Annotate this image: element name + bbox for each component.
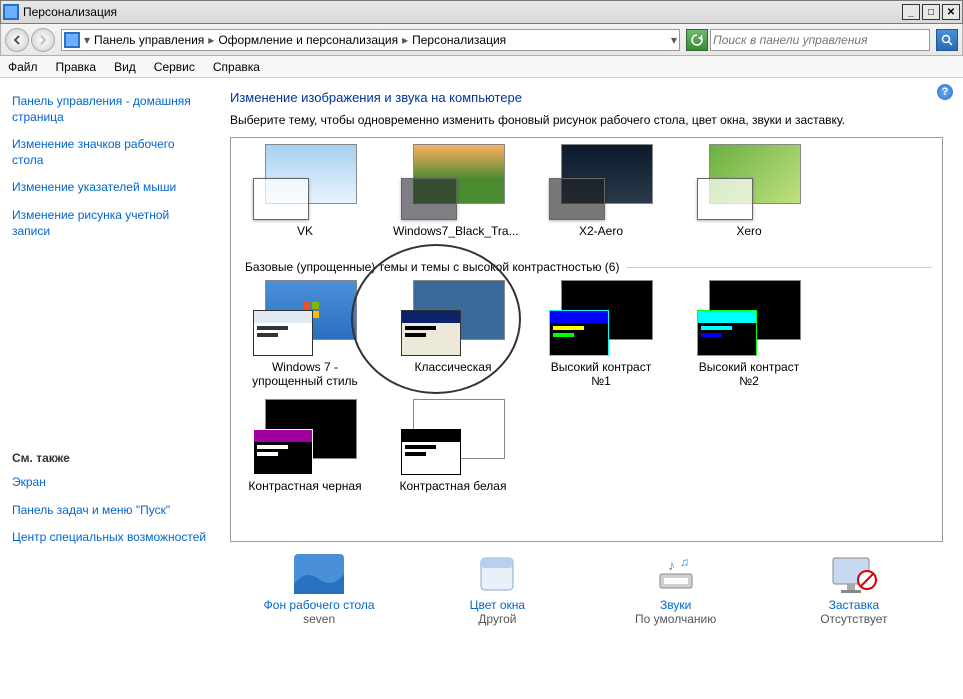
- category-label-text: Базовые (упрощенные) темы и темы с высок…: [245, 260, 619, 274]
- bottom-value: Другой: [422, 612, 572, 626]
- theme-item-hcblack[interactable]: Контрастная черная: [245, 399, 365, 507]
- page-title: Изменение изображения и звука на компьют…: [230, 90, 943, 105]
- theme-row-basic-2: Контрастная черная Контрастная белая: [245, 399, 932, 507]
- search-box[interactable]: [710, 29, 930, 51]
- sounds-icon: ♪♫: [651, 554, 701, 594]
- bottom-item-screensaver[interactable]: Заставка Отсутствует: [779, 554, 929, 626]
- bottom-label: Фон рабочего стола: [244, 598, 394, 612]
- minimize-button[interactable]: _: [902, 4, 920, 20]
- bottom-label: Заставка: [779, 598, 929, 612]
- see-also-header: См. также: [12, 451, 208, 465]
- menu-view[interactable]: Вид: [114, 60, 136, 74]
- chevron-down-icon[interactable]: ▾: [84, 33, 90, 47]
- page-subtitle: Выберите тему, чтобы одновременно измени…: [230, 113, 943, 127]
- main-panel: ? Изменение изображения и звука на компь…: [220, 78, 963, 699]
- breadcrumb-item[interactable]: Оформление и персонализация: [218, 33, 398, 47]
- menu-bar: Файл Правка Вид Сервис Справка: [0, 56, 963, 78]
- sidebar-link-mouse-pointers[interactable]: Изменение указателей мыши: [12, 180, 208, 196]
- search-button[interactable]: [936, 29, 958, 51]
- breadcrumb-icon: [64, 32, 80, 48]
- theme-item-x2aero[interactable]: X2-Aero: [541, 144, 661, 252]
- menu-file[interactable]: Файл: [8, 60, 38, 74]
- theme-item-hc2[interactable]: Высокий контраст №2: [689, 280, 809, 389]
- theme-row-basic: Windows 7 - упрощенный стиль Классическа…: [245, 280, 932, 389]
- svg-text:♪: ♪: [668, 557, 675, 573]
- theme-label: VK: [245, 224, 365, 252]
- theme-label: Высокий контраст №2: [689, 360, 809, 389]
- menu-tools[interactable]: Сервис: [154, 60, 195, 74]
- theme-label: Контрастная черная: [245, 479, 365, 507]
- theme-item-vk[interactable]: VK: [245, 144, 365, 252]
- sidebar-link-display[interactable]: Экран: [12, 475, 208, 491]
- help-icon[interactable]: ?: [937, 84, 953, 100]
- sidebar-link-taskbar[interactable]: Панель задач и меню "Пуск": [12, 503, 208, 519]
- back-button[interactable]: [5, 28, 29, 52]
- sidebar-link-account-picture[interactable]: Изменение рисунка учетной записи: [12, 208, 208, 239]
- bottom-bar: Фон рабочего стола seven Цвет окна Друго…: [230, 554, 943, 626]
- nav-bar: ▾ Панель управления ▸ Оформление и персо…: [0, 24, 963, 56]
- svg-text:♫: ♫: [680, 555, 689, 569]
- theme-label: Высокий контраст №1: [541, 360, 661, 389]
- bottom-label: Цвет окна: [422, 598, 572, 612]
- theme-item-hc1[interactable]: Высокий контраст №1: [541, 280, 661, 389]
- theme-label: Классическая: [393, 360, 513, 388]
- window-title: Персонализация: [23, 5, 902, 19]
- desktop-background-icon: [294, 554, 344, 594]
- theme-label: X2-Aero: [541, 224, 661, 252]
- theme-item-hcwhite[interactable]: Контрастная белая: [393, 399, 513, 507]
- chevron-down-icon[interactable]: ▾: [671, 33, 677, 47]
- theme-item-win7basic[interactable]: Windows 7 - упрощенный стиль: [245, 280, 365, 389]
- titlebar: Персонализация _ □ ✕: [0, 0, 963, 24]
- sidebar: Панель управления - домашняя страница Из…: [0, 78, 220, 699]
- sidebar-link-ease[interactable]: Центр специальных возможностей: [12, 530, 208, 546]
- screensaver-icon: [829, 554, 879, 594]
- theme-item-win7black[interactable]: Windows7_Black_Tra...: [393, 144, 513, 252]
- bottom-item-window-color[interactable]: Цвет окна Другой: [422, 554, 572, 626]
- bottom-value: По умолчанию: [601, 612, 751, 626]
- breadcrumb-item[interactable]: Персонализация: [412, 33, 506, 47]
- breadcrumb-item[interactable]: Панель управления: [94, 33, 204, 47]
- search-input[interactable]: [713, 33, 927, 47]
- maximize-button[interactable]: □: [922, 4, 940, 20]
- bottom-value: seven: [244, 612, 394, 626]
- theme-label: Xero: [689, 224, 809, 252]
- bottom-item-background[interactable]: Фон рабочего стола seven: [244, 554, 394, 626]
- forward-button[interactable]: [31, 28, 55, 52]
- app-icon: [3, 4, 19, 20]
- theme-item-xero[interactable]: Xero: [689, 144, 809, 252]
- theme-label: Windows 7 - упрощенный стиль: [245, 360, 365, 389]
- themes-list: VK Windows7_Black_Tra... X2-Aero Xero Ба…: [230, 137, 943, 542]
- breadcrumb[interactable]: ▾ Панель управления ▸ Оформление и персо…: [61, 29, 680, 51]
- sidebar-link-desktop-icons[interactable]: Изменение значков рабочего стола: [12, 137, 208, 168]
- bottom-label: Звуки: [601, 598, 751, 612]
- theme-item-classic[interactable]: Классическая: [393, 280, 513, 389]
- theme-row-aero: VK Windows7_Black_Tra... X2-Aero Xero: [245, 144, 932, 252]
- theme-label: Windows7_Black_Tra...: [393, 224, 513, 252]
- chevron-right-icon: ▸: [402, 33, 408, 47]
- menu-help[interactable]: Справка: [213, 60, 260, 74]
- menu-edit[interactable]: Правка: [56, 60, 97, 74]
- window-color-icon: [472, 554, 522, 594]
- category-label: Базовые (упрощенные) темы и темы с высок…: [245, 260, 932, 274]
- theme-label: Контрастная белая: [393, 479, 513, 507]
- bottom-value: Отсутствует: [779, 612, 929, 626]
- bottom-item-sounds[interactable]: ♪♫ Звуки По умолчанию: [601, 554, 751, 626]
- refresh-button[interactable]: [686, 29, 708, 51]
- chevron-right-icon: ▸: [208, 33, 214, 47]
- close-button[interactable]: ✕: [942, 4, 960, 20]
- sidebar-link-home[interactable]: Панель управления - домашняя страница: [12, 94, 208, 125]
